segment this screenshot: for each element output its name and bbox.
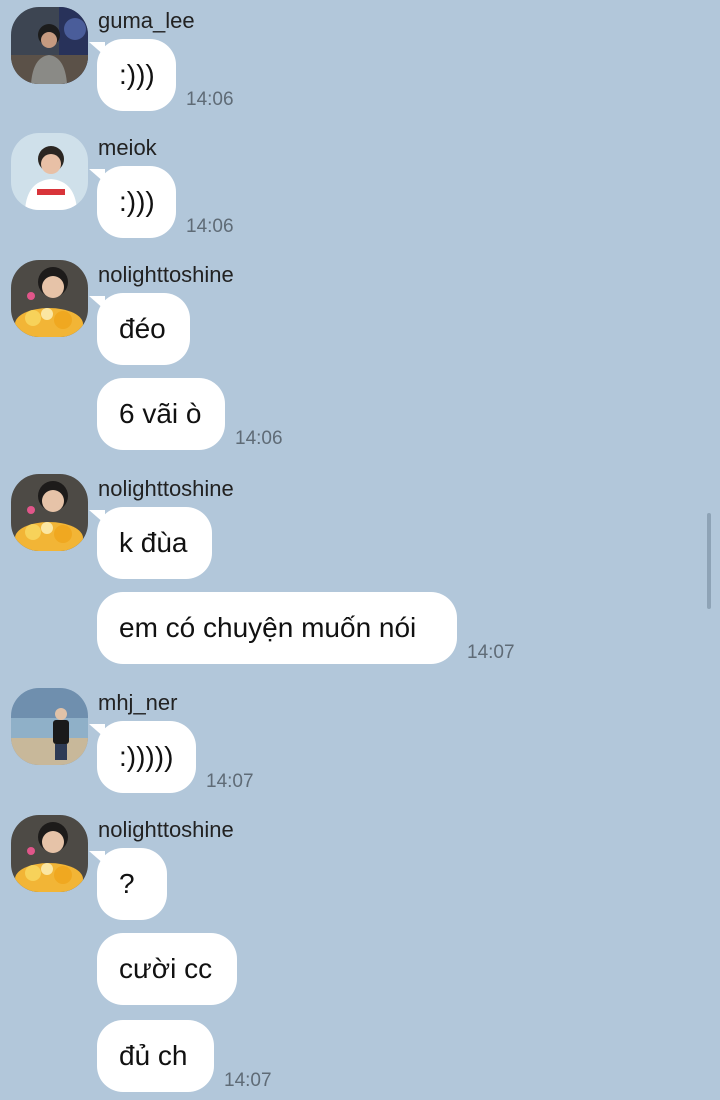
message-timestamp: 14:06 (235, 428, 283, 449)
message-bubble[interactable]: đéo (89, 293, 190, 365)
user-photo-guma-lee-icon (11, 7, 88, 84)
message-bubble[interactable]: :))) (89, 39, 176, 111)
scrollbar[interactable] (707, 513, 711, 609)
message-bubble[interactable]: ? (89, 848, 167, 920)
message-timestamp: 14:07 (224, 1070, 272, 1091)
message-timestamp: 14:06 (186, 89, 234, 110)
message-bubble[interactable]: :))))) (89, 721, 196, 793)
chat-message-list[interactable]: guma_lee :))) 14:06 meiok :))) 14:06 nol… (0, 0, 720, 1100)
user-photo-nolighttoshine-icon (11, 260, 88, 337)
user-photo-nolighttoshine-icon (11, 474, 88, 551)
sender-name: guma_lee (98, 8, 195, 33)
avatar[interactable] (11, 260, 88, 337)
message-timestamp: 14:07 (206, 771, 254, 792)
avatar[interactable] (11, 688, 88, 765)
message-bubble[interactable]: k đùa (89, 507, 212, 579)
user-photo-nolighttoshine-icon (11, 815, 88, 892)
sender-name: meiok (98, 135, 157, 160)
message-bubble[interactable]: đủ ch (97, 1020, 214, 1092)
sender-name: mhj_ner (98, 690, 178, 715)
user-photo-mhj-ner-icon (11, 688, 88, 765)
message-bubble[interactable]: 6 vãi ò (97, 378, 225, 450)
avatar[interactable] (11, 7, 88, 84)
sender-name: nolighttoshine (98, 817, 234, 842)
message-bubble[interactable]: :))) (89, 166, 176, 238)
message-timestamp: 14:06 (186, 216, 234, 237)
sender-name: nolighttoshine (98, 262, 234, 287)
message-timestamp: 14:07 (467, 642, 515, 663)
avatar[interactable] (11, 815, 88, 892)
sender-name: nolighttoshine (98, 476, 234, 501)
message-bubble[interactable]: cười cc (97, 933, 237, 1005)
user-photo-meiok-icon (11, 133, 88, 210)
avatar[interactable] (11, 133, 88, 210)
message-bubble[interactable]: em có chuyện muốn nói (97, 592, 457, 664)
avatar[interactable] (11, 474, 88, 551)
